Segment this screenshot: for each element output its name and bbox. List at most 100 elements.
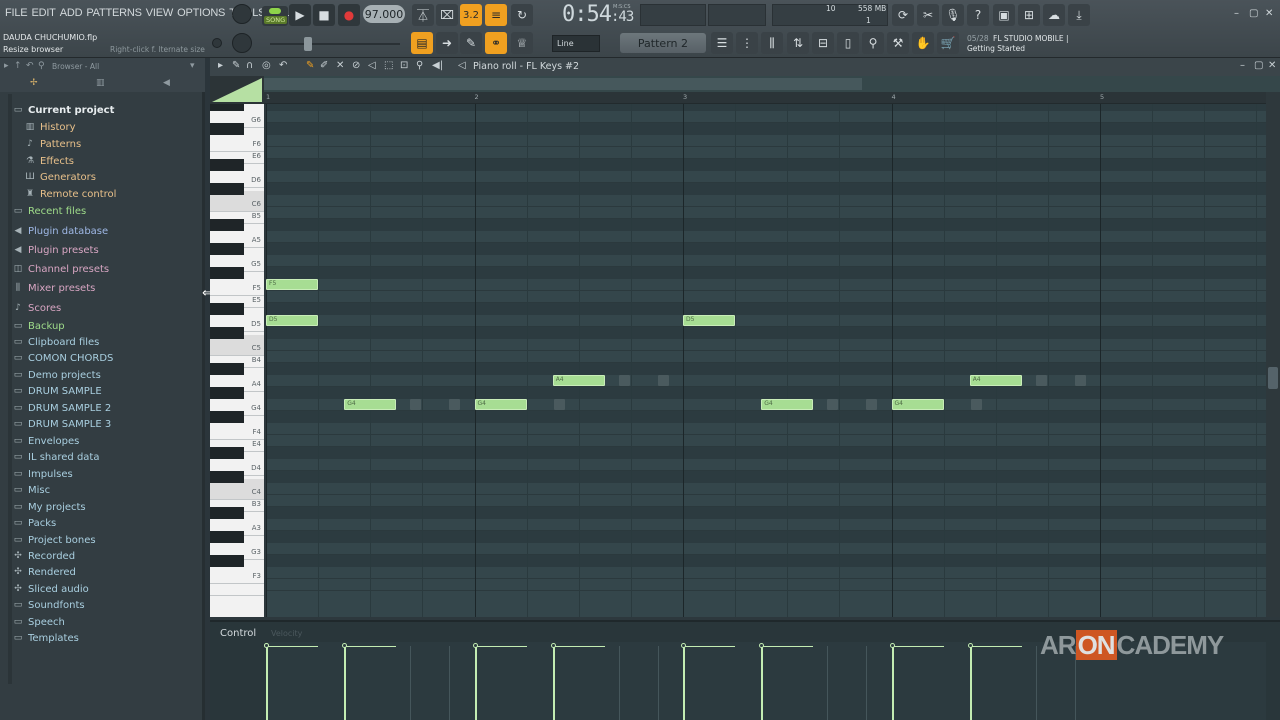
save-file-icon[interactable]: ▥ [96,78,105,88]
pr-delete-icon[interactable]: ✕ [336,60,344,71]
velocity-handle[interactable] [759,643,765,648]
paint-tool-icon[interactable]: ✎ [460,32,482,54]
pr-minimize-icon[interactable]: – [1240,60,1245,71]
browser-item-current-project[interactable]: ▭ Current project [12,102,115,118]
channel-rack-icon[interactable]: ☰ [711,32,733,54]
velocity-handle[interactable] [550,643,556,648]
link-icon[interactable]: ⚭ [485,32,507,54]
pr-speaker-icon[interactable]: ◁ [458,60,466,71]
note-grid[interactable]: F5 D5 G4 G4 A4 D5 G4 G4 A4 [266,104,1266,617]
pr-close-icon[interactable]: ✕ [1268,60,1276,71]
black-key[interactable] [210,219,244,231]
black-key[interactable] [210,267,244,279]
brush-icon[interactable]: ⚒ [887,32,909,54]
browser-item-recent-files[interactable]: ▭ Recent files [12,203,86,219]
velocity-bar[interactable] [474,646,477,720]
microphone-icon[interactable]: 🎙 [942,4,964,26]
master-volume-knob[interactable] [232,33,252,53]
browser-item-generators[interactable]: Ш Generators [24,169,96,185]
black-key[interactable] [210,447,244,459]
store-icon[interactable]: 🛒 [937,32,959,54]
note[interactable]: A4 [969,375,1022,386]
velocity-bar[interactable] [344,646,347,720]
maximize-icon[interactable]: ▢ [1249,8,1258,19]
browser-item-demo-projects[interactable]: ▭ Demo projects [12,367,101,383]
pr-slice-icon[interactable]: ◁ [368,60,376,71]
velocity-bar[interactable] [266,646,268,720]
browser-item-soundfonts[interactable]: ▭ Soundfonts [12,597,85,613]
help-icon[interactable]: ? [967,4,989,26]
black-key[interactable] [210,471,244,483]
black-key[interactable] [210,411,244,423]
black-key[interactable] [210,123,244,135]
browser-item-envelopes[interactable]: ▭ Envelopes [12,433,80,449]
note[interactable]: G4 [474,399,527,410]
note[interactable]: D5 [683,315,736,326]
pr-zoom-icon[interactable]: ⚲ [416,60,423,71]
vertical-scrollbar[interactable] [1266,92,1280,617]
tool-corner[interactable] [210,76,264,104]
play-button[interactable]: ▶ [289,4,311,26]
pattern-overview-range[interactable] [264,78,862,90]
black-key[interactable] [210,555,244,567]
browser-item-scores[interactable]: ♪ Scores [12,300,61,316]
pattern-select[interactable]: Pattern 2 [620,33,706,53]
velocity-bar[interactable] [552,646,555,720]
velocity-bar[interactable] [891,646,894,720]
pr-zoom-box-icon[interactable]: ⊡ [400,60,408,71]
news-title[interactable]: FL STUDIO MOBILE | [993,34,1069,43]
pr-step-icon[interactable]: ◎ [262,60,271,71]
black-key[interactable] [210,183,244,195]
stamp-icon[interactable]: ♕ [511,32,533,54]
pitch-slider-handle[interactable] [304,37,312,51]
stop-button[interactable]: ■ [313,4,335,26]
browser-item-templates[interactable]: ▭ Templates [12,630,79,646]
black-key[interactable] [210,159,244,171]
pr-magnet-icon[interactable]: ∩ [246,60,253,71]
pr-pencil-icon[interactable]: ✎ [306,60,314,71]
black-key[interactable] [210,104,244,111]
close-icon[interactable]: ✕ [1265,8,1273,19]
menu-add[interactable]: ADD [58,7,85,19]
browser-item-packs[interactable]: ▭ Packs [12,515,56,531]
black-key[interactable] [210,363,244,375]
black-key[interactable] [210,303,244,315]
browser-item-clipboard-files[interactable]: ▭ Clipboard files [12,334,100,350]
velocity-handle[interactable] [967,643,973,648]
menu-view[interactable]: VIEW [144,7,175,19]
arrow-tool-icon[interactable]: ➜ [436,32,458,54]
browser-item-rendered[interactable]: ✣ Rendered [12,564,76,580]
pr-playback-icon[interactable]: ◀| [432,60,443,71]
loop-record-icon[interactable]: ↻ [511,4,533,26]
news-subtitle[interactable]: Getting Started [967,44,1025,53]
browser-item-speech[interactable]: ▭ Speech [12,614,65,630]
pr-menu-arrow-icon[interactable]: ▸ [218,60,223,71]
menu-patterns[interactable]: PATTERNS [84,7,143,19]
velocity-handle[interactable] [681,643,686,648]
velocity-bar[interactable] [761,646,764,720]
browser-item-mixer-presets[interactable]: ⫼ Mixer presets [12,280,95,296]
browser-item-il-shared-data[interactable]: ▭ IL shared data [12,449,100,465]
velocity-handle[interactable] [472,643,478,648]
snap-select[interactable]: Line [552,35,600,52]
back-icon[interactable]: ↶ [26,61,34,71]
playlist-icon[interactable]: ▤ [411,32,433,54]
news-date[interactable]: 05/28 [967,34,989,43]
speaker-icon[interactable]: ◀ [163,78,170,88]
touch-icon[interactable]: ✋ [912,32,934,54]
velocity-bar[interactable] [969,646,972,720]
browser-item-misc[interactable]: ▭ Misc [12,482,50,498]
browser-item-recorded[interactable]: ✣ Recorded [12,548,75,564]
browser-item-history[interactable]: ▥ History [24,119,76,135]
note[interactable]: A4 [552,375,605,386]
download-icon[interactable]: ⤓ [1068,4,1090,26]
up-arrow-icon[interactable]: ↑ [14,61,22,71]
piano-roll-icon[interactable]: ⋮ [736,32,758,54]
browser-item-patterns[interactable]: ♪ Patterns [24,136,81,152]
velocity-handle[interactable] [264,643,269,648]
pattern-song-toggle[interactable]: SONG [262,6,288,26]
black-key[interactable] [210,243,244,255]
piano-keyboard[interactable]: F3 G3 A3 B3 C4 D4 E4 F4 G4 A4 B4 C5 D5 E5 F5 G5 A5 B5 C6 D6… [210,104,264,617]
note[interactable]: G4 [761,399,814,410]
note[interactable]: G4 [891,399,944,410]
